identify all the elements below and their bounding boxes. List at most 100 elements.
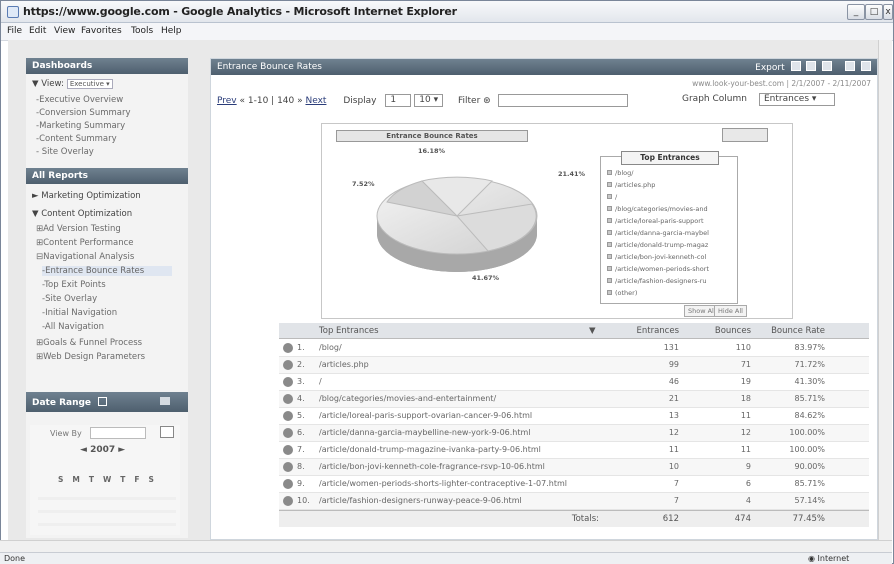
- col-bounces[interactable]: Bounces: [691, 326, 751, 336]
- table-row[interactable]: 3. / 46 19 41.30%: [279, 374, 869, 391]
- view-selector[interactable]: ▼ View: Executive ▾: [32, 79, 113, 89]
- vertical-scrollbar[interactable]: [878, 40, 892, 540]
- page-link[interactable]: /article/donald-trump-magazine-ivanka-pa…: [319, 445, 541, 454]
- page-link[interactable]: /blog/: [319, 343, 342, 352]
- help-icon[interactable]: [98, 397, 108, 406]
- row-detail-icon[interactable]: [283, 428, 293, 438]
- legend-item[interactable]: /: [607, 193, 617, 201]
- display-from-input[interactable]: 1: [385, 94, 412, 107]
- view-by-select[interactable]: [90, 427, 146, 439]
- pie-label: 16.18%: [418, 147, 446, 155]
- maximize-icon[interactable]: □: [865, 4, 883, 20]
- next-link[interactable]: Next: [305, 96, 326, 106]
- row-detail-icon[interactable]: [283, 377, 293, 387]
- menu-favorites[interactable]: Favorites: [81, 26, 122, 36]
- dash-marketing-summary[interactable]: -Marketing Summary: [36, 121, 125, 131]
- legend-item[interactable]: /article/loreal-paris-support: [607, 217, 704, 225]
- page-link[interactable]: /article/women-periods-shorts-lighter-co…: [319, 479, 567, 488]
- col-top-entrances[interactable]: Top Entrances: [319, 326, 379, 336]
- initial-navigation-link[interactable]: -Initial Navigation: [42, 308, 117, 318]
- view-select[interactable]: Executive ▾: [66, 79, 113, 89]
- menu-file[interactable]: File: [7, 26, 22, 36]
- row-detail-icon[interactable]: [283, 411, 293, 421]
- page-link[interactable]: /articles.php: [319, 360, 369, 369]
- export-csv-icon[interactable]: [822, 61, 833, 71]
- web-design-parameters[interactable]: ⊞Web Design Parameters: [36, 352, 145, 362]
- row-detail-icon[interactable]: [283, 394, 293, 404]
- prev-year-icon[interactable]: ◄: [80, 445, 90, 455]
- table-row[interactable]: 1. /blog/131 110 83.97%: [279, 340, 869, 357]
- legend-item[interactable]: /articles.php: [607, 181, 655, 189]
- calendar-days-grid[interactable]: [38, 487, 176, 529]
- dash-site-overlay[interactable]: - Site Overlay: [36, 147, 94, 157]
- page-link[interactable]: /article/fashion-designers-runway-peace-…: [319, 496, 522, 505]
- page-link[interactable]: /article/danna-garcia-maybelline-new-yor…: [319, 428, 531, 437]
- legend-item[interactable]: /blog/categories/movies-and: [607, 205, 708, 213]
- table-row[interactable]: 9. /article/women-periods-shorts-lighter-…: [279, 476, 869, 493]
- table-row[interactable]: 5. /article/loreal-paris-support-ovarian-…: [279, 408, 869, 425]
- table-row[interactable]: 7. /article/donald-trump-magazine-ivanka-…: [279, 442, 869, 459]
- triangle-down-icon: ▼: [32, 209, 42, 219]
- status-bar: Done ◉ Internet: [0, 552, 892, 564]
- print-icon[interactable]: [861, 61, 871, 71]
- legend-item[interactable]: /article/bon-jovi-kenneth-col: [607, 253, 706, 261]
- close-icon[interactable]: x: [883, 4, 893, 20]
- page-link[interactable]: /article/bon-jovi-kenneth-cole-fragrance…: [319, 462, 545, 471]
- table-row[interactable]: 4. /blog/categories/movies-and-entertainm…: [279, 391, 869, 408]
- menu-view[interactable]: View: [54, 26, 75, 36]
- display-count-select[interactable]: 10 ▾: [414, 94, 444, 107]
- chart-type-switcher[interactable]: [722, 128, 768, 142]
- table-row[interactable]: 8. /article/bon-jovi-kenneth-cole-fragran…: [279, 459, 869, 476]
- row-detail-icon[interactable]: [283, 479, 293, 489]
- graph-column-select[interactable]: Entrances ▾: [759, 93, 835, 106]
- goals-funnel-process[interactable]: ⊞Goals & Funnel Process: [36, 338, 142, 348]
- menu-help[interactable]: Help: [161, 26, 182, 36]
- calendar-icon[interactable]: [160, 426, 174, 438]
- content-optimization[interactable]: ▼ Content Optimization: [32, 209, 132, 219]
- col-entrances[interactable]: Entrances: [609, 326, 679, 336]
- col-bounce-rate[interactable]: Bounce Rate: [759, 326, 825, 336]
- dash-conversion-summary[interactable]: -Conversion Summary: [36, 108, 131, 118]
- page-link[interactable]: /: [319, 377, 322, 386]
- content-performance[interactable]: ⊞Content Performance: [36, 238, 134, 248]
- site-overlay-link[interactable]: -Site Overlay: [42, 294, 97, 304]
- marketing-optimization[interactable]: ► Marketing Optimization: [32, 191, 141, 201]
- row-detail-icon[interactable]: [283, 360, 293, 370]
- prev-link[interactable]: Prev: [217, 96, 237, 106]
- navigational-analysis[interactable]: ⊟Navigational Analysis: [36, 252, 134, 262]
- export-pdf-icon[interactable]: [790, 61, 801, 71]
- row-detail-icon[interactable]: [283, 462, 293, 472]
- email-icon[interactable]: [845, 61, 856, 71]
- toggle-icon[interactable]: [160, 397, 170, 405]
- table-row[interactable]: 2. /articles.php 99 71 71.72%: [279, 357, 869, 374]
- export-xml-icon[interactable]: [806, 61, 817, 71]
- legend-item[interactable]: /article/fashion-designers-ru: [607, 277, 707, 285]
- page-link[interactable]: /article/loreal-paris-support-ovarian-ca…: [319, 411, 532, 420]
- filter-icon[interactable]: ⊛: [483, 96, 491, 106]
- legend-item[interactable]: /blog/: [607, 169, 633, 177]
- next-year-icon[interactable]: ►: [115, 445, 125, 455]
- table-row[interactable]: 6. /article/danna-garcia-maybelline-new-y…: [279, 425, 869, 442]
- legend-item[interactable]: /article/donald-trump-magaz: [607, 241, 708, 249]
- menu-tools[interactable]: Tools: [131, 26, 153, 36]
- entrance-bounce-rates-link[interactable]: -Entrance Bounce Rates: [42, 266, 172, 276]
- top-exit-points-link[interactable]: -Top Exit Points: [42, 280, 106, 290]
- filter-input[interactable]: [497, 94, 628, 107]
- dash-content-summary[interactable]: -Content Summary: [36, 134, 117, 144]
- hide-all-button[interactable]: Hide All: [714, 305, 747, 317]
- ad-version-testing[interactable]: ⊞Ad Version Testing: [36, 224, 121, 234]
- legend-item[interactable]: (other): [607, 289, 637, 297]
- row-detail-icon[interactable]: [283, 343, 293, 353]
- legend-item[interactable]: /article/women-periods-short: [607, 265, 709, 273]
- sort-icon[interactable]: ▼: [589, 326, 596, 336]
- menu-edit[interactable]: Edit: [29, 26, 46, 36]
- page-link[interactable]: /blog/categories/movies-and-entertainmen…: [319, 394, 496, 403]
- all-navigation-link[interactable]: -All Navigation: [42, 322, 104, 332]
- legend-item[interactable]: /article/danna-garcia-maybel: [607, 229, 709, 237]
- row-detail-icon[interactable]: [283, 496, 293, 506]
- row-detail-icon[interactable]: [283, 445, 293, 455]
- dash-executive-overview[interactable]: -Executive Overview: [36, 95, 123, 105]
- minimize-icon[interactable]: _: [847, 4, 865, 20]
- table-row[interactable]: 10. /article/fashion-designers-runway-pea…: [279, 493, 869, 510]
- horizontal-scrollbar[interactable]: [0, 540, 892, 552]
